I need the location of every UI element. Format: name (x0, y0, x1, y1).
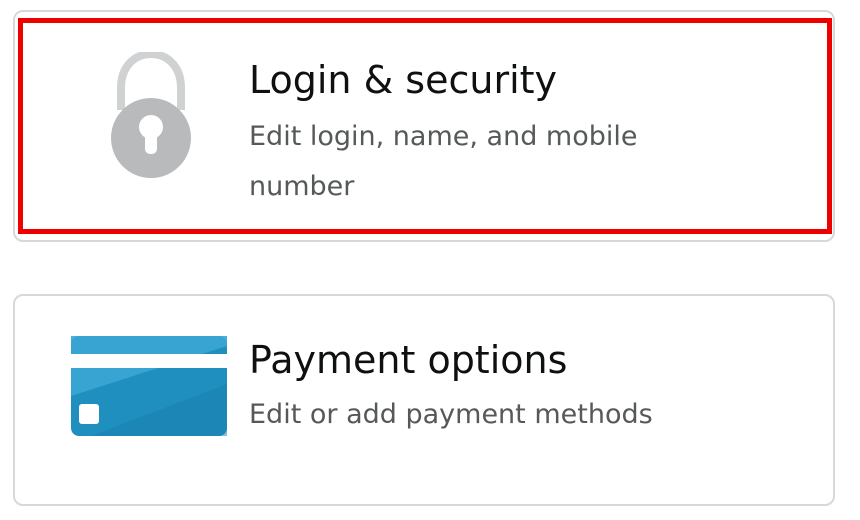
card-title: Payment options (249, 338, 568, 382)
lock-icon (103, 49, 203, 186)
card-description: Edit or add payment methods (249, 399, 653, 430)
card-description: Edit login, name, and mobile number (249, 121, 638, 202)
credit-card-icon (71, 336, 227, 440)
card-title: Login & security (249, 58, 558, 102)
payment-options-card[interactable]: Payment options Edit or add payment meth… (13, 294, 835, 506)
login-security-card[interactable]: Login & security Edit login, name, and m… (13, 10, 835, 242)
